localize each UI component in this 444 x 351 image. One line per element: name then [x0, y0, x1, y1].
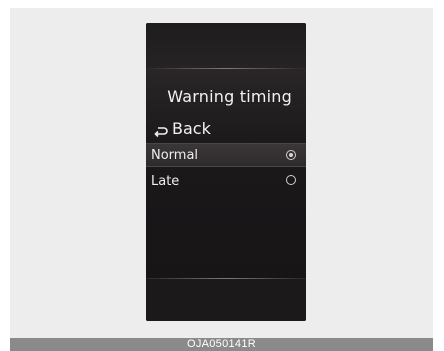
page: Warning timing Back Normal Late OJA05014… — [0, 0, 444, 351]
back-arrow-icon — [154, 123, 168, 137]
page-title: Warning timing — [167, 87, 292, 106]
figure-code: OJA050141R — [186, 338, 257, 350]
caption-bar: OJA050141R — [10, 338, 433, 351]
cluster-display: Warning timing Back Normal Late — [146, 23, 306, 321]
display-bottom-band — [146, 279, 306, 321]
radio-selected-icon[interactable] — [286, 150, 296, 160]
option-label: Normal — [151, 147, 199, 163]
option-label: Late — [151, 173, 180, 189]
option-late[interactable]: Late — [146, 169, 306, 193]
option-normal[interactable]: Normal — [146, 143, 306, 167]
back-label: Back — [172, 119, 211, 138]
radio-unselected-icon[interactable] — [286, 175, 296, 185]
back-button[interactable]: Back — [154, 119, 211, 138]
display-top-band — [146, 23, 306, 68]
